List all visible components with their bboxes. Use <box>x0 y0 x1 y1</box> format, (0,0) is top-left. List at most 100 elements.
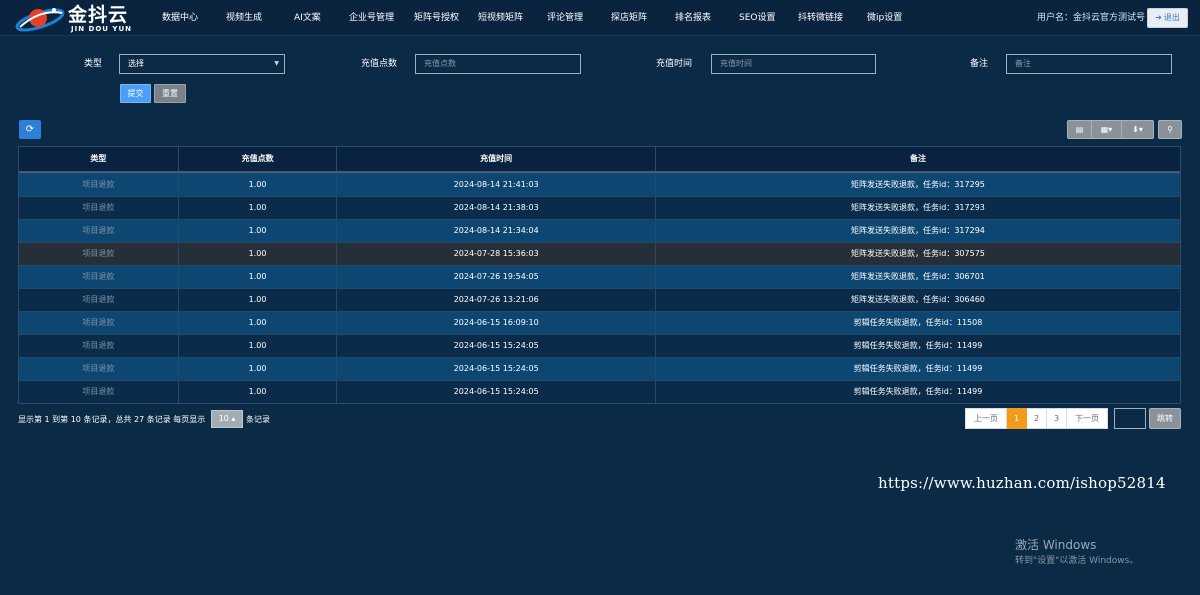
cell-points: 1.00 <box>179 197 338 219</box>
table-row[interactable]: 项目退款 1.00 2024-08-14 21:41:03 矩阵发送失败退款，任… <box>19 173 1180 196</box>
page-button-active[interactable]: 1 <box>1007 408 1027 429</box>
column-header-remark[interactable]: 备注 <box>656 147 1180 171</box>
cell-time: 2024-06-15 16:09:10 <box>337 312 656 334</box>
cell-remark: 矩阵发送失败退款，任务id：307575 <box>851 249 985 258</box>
cell-type: 项目退款 <box>19 266 179 288</box>
cell-remark: 矩阵发送失败退款，任务id：317293 <box>851 203 985 212</box>
cell-points: 1.00 <box>179 220 338 242</box>
cell-type: 项目退款 <box>19 243 179 265</box>
refresh-icon: ⟳ <box>25 124 35 135</box>
table-row[interactable]: 项目退款 1.00 2024-06-15 16:09:10 剪辑任务失败退款，任… <box>19 311 1180 334</box>
export-button[interactable]: ⬇▾ <box>1122 121 1153 138</box>
column-header-type[interactable]: 类型 <box>19 147 179 171</box>
table-row[interactable]: 项目退款 1.00 2024-06-15 15:24:05 剪辑任务失败退款，任… <box>19 334 1180 357</box>
page-size-dropdown[interactable]: 10 ▴ <box>211 410 243 428</box>
jump-page-input[interactable] <box>1114 408 1146 429</box>
type-select-value: 选择 <box>128 59 144 68</box>
page-size-value: 10 <box>218 414 229 423</box>
cell-remark: 矩阵发送失败退款，任务id：317295 <box>851 180 985 189</box>
table-row[interactable]: 项目退款 1.00 2024-07-26 19:54:05 矩阵发送失败退款，任… <box>19 265 1180 288</box>
columns-button[interactable]: ▦▾ <box>1092 121 1122 138</box>
cell-time: 2024-07-26 19:54:05 <box>337 266 656 288</box>
refresh-button[interactable]: ⟳ <box>19 120 41 139</box>
cell-time: 2024-08-14 21:38:03 <box>337 197 656 219</box>
cell-remark: 剪辑任务失败退款，任务id：11508 <box>853 318 983 327</box>
cell-remark: 矩阵发送失败退款，任务id：317294 <box>851 226 985 235</box>
logout-button[interactable]: ➜ 退出 <box>1147 8 1188 28</box>
table-row[interactable]: 项目退款 1.00 2024-06-15 15:24:05 剪辑任务失败退款，任… <box>19 380 1180 403</box>
table-header: 类型 充值点数 充值时间 备注 <box>19 147 1180 173</box>
points-filter-label: 充值点数 <box>360 59 397 69</box>
cell-type: 项目退款 <box>19 174 179 196</box>
reset-button[interactable]: 重置 <box>154 84 186 103</box>
logo-text: 金抖云 <box>68 4 129 26</box>
toggle-view-button[interactable]: ▤ <box>1068 121 1092 138</box>
nav-item-enterprise-account[interactable]: 企业号管理 <box>349 12 394 24</box>
time-filter-label: 充值时间 <box>655 59 692 69</box>
nav-item-data-center[interactable]: 数据中心 <box>162 12 198 24</box>
next-page-button[interactable]: 下一页 <box>1067 408 1108 429</box>
cell-time: 2024-07-28 15:36:03 <box>337 243 656 265</box>
nav-item-matrix-authorize[interactable]: 矩阵号授权 <box>414 12 459 24</box>
cell-points: 1.00 <box>179 266 338 288</box>
cell-type: 项目退款 <box>19 358 179 380</box>
top-navbar: 金抖云 JIN DOU YUN 数据中心 视频生成 AI文案 企业号管理 矩阵号… <box>0 0 1200 36</box>
nav-item-comment-manage[interactable]: 评论管理 <box>547 12 583 24</box>
cell-remark: 剪辑任务失败退款，任务id：11499 <box>853 364 983 373</box>
nav-item-ranking-report[interactable]: 排名报表 <box>675 12 711 24</box>
cell-time: 2024-07-26 13:21:06 <box>337 289 656 311</box>
cell-time: 2024-06-15 15:24:05 <box>337 335 656 357</box>
table-row[interactable]: 项目退款 1.00 2024-07-26 13:21:06 矩阵发送失败退款，任… <box>19 288 1180 311</box>
type-select[interactable]: 选择 ▼ <box>119 54 285 74</box>
activate-windows-title: 激活 Windows <box>1015 538 1097 552</box>
cell-type: 项目退款 <box>19 197 179 219</box>
cell-time: 2024-08-14 21:34:04 <box>337 220 656 242</box>
table-row-hovered[interactable]: 项目退款 1.00 2024-07-28 15:36:03 矩阵发送失败退款，任… <box>19 242 1180 265</box>
logo-subtext: JIN DOU YUN <box>71 25 132 33</box>
cell-points: 1.00 <box>179 381 338 403</box>
cell-remark: 矩阵发送失败退款，任务id：306701 <box>851 272 985 281</box>
username-label: 用户名：金抖云官方测试号 <box>1037 13 1146 23</box>
nav-item-seo-settings[interactable]: SEO设置 <box>739 12 775 24</box>
nav-item-store-matrix[interactable]: 探店矩阵 <box>611 12 647 24</box>
page-button[interactable]: 3 <box>1047 408 1067 429</box>
table-row[interactable]: 项目退款 1.00 2024-06-15 15:24:05 剪辑任务失败退款，任… <box>19 357 1180 380</box>
logout-icon: ➜ <box>1155 13 1162 22</box>
nav-item-video-generate[interactable]: 视频生成 <box>226 12 262 24</box>
table-row[interactable]: 项目退款 1.00 2024-08-14 21:34:04 矩阵发送失败退款，任… <box>19 219 1180 242</box>
caret-up-icon: ▴ <box>228 414 236 423</box>
type-filter-label: 类型 <box>83 59 102 69</box>
logout-label: 退出 <box>1163 13 1180 22</box>
cell-points: 1.00 <box>179 358 338 380</box>
table-row[interactable]: 项目退款 1.00 2024-08-14 21:38:03 矩阵发送失败退款，任… <box>19 196 1180 219</box>
cell-points: 1.00 <box>179 289 338 311</box>
submit-button[interactable]: 提交 <box>120 84 151 103</box>
nav-item-douyin-wechat-link[interactable]: 抖转微链接 <box>798 12 843 24</box>
caret-down-icon: ▼ <box>274 60 279 67</box>
points-input[interactable]: 充值点数 <box>415 54 581 74</box>
cell-points: 1.00 <box>179 312 338 334</box>
cell-type: 项目退款 <box>19 312 179 334</box>
pagination: 上一页 1 2 3 下一页 <box>965 408 1108 429</box>
column-header-points[interactable]: 充值点数 <box>179 147 338 171</box>
prev-page-button[interactable]: 上一页 <box>965 408 1007 429</box>
cell-remark: 矩阵发送失败退款，任务id：306460 <box>851 295 985 304</box>
page-button[interactable]: 2 <box>1027 408 1047 429</box>
cell-remark: 剪辑任务失败退款，任务id：11499 <box>853 387 983 396</box>
list-icon: ▤ <box>1075 125 1084 134</box>
recharge-table: 类型 充值点数 充值时间 备注 项目退款 1.00 2024-08-14 21:… <box>18 146 1181 404</box>
nav-item-short-video-matrix[interactable]: 短视频矩阵 <box>478 12 523 24</box>
cell-remark: 剪辑任务失败退款，任务id：11499 <box>853 341 983 350</box>
time-input[interactable]: 充值时间 <box>711 54 876 74</box>
nav-item-ai-copywriting[interactable]: AI文案 <box>294 12 321 24</box>
cell-points: 1.00 <box>179 335 338 357</box>
search-button[interactable]: ⚲ <box>1158 120 1182 139</box>
column-header-time[interactable]: 充值时间 <box>337 147 656 171</box>
nav-item-ip-settings[interactable]: 微ip设置 <box>867 12 902 24</box>
remark-input[interactable]: 备注 <box>1006 54 1172 74</box>
activate-windows-subtitle: 转到"设置"以激活 Windows。 <box>1015 556 1139 566</box>
cell-type: 项目退款 <box>19 220 179 242</box>
pagination-info-suffix: 条记录 <box>246 415 270 424</box>
app-logo[interactable]: 金抖云 JIN DOU YUN <box>14 3 144 35</box>
jump-button[interactable]: 跳转 <box>1149 408 1181 429</box>
